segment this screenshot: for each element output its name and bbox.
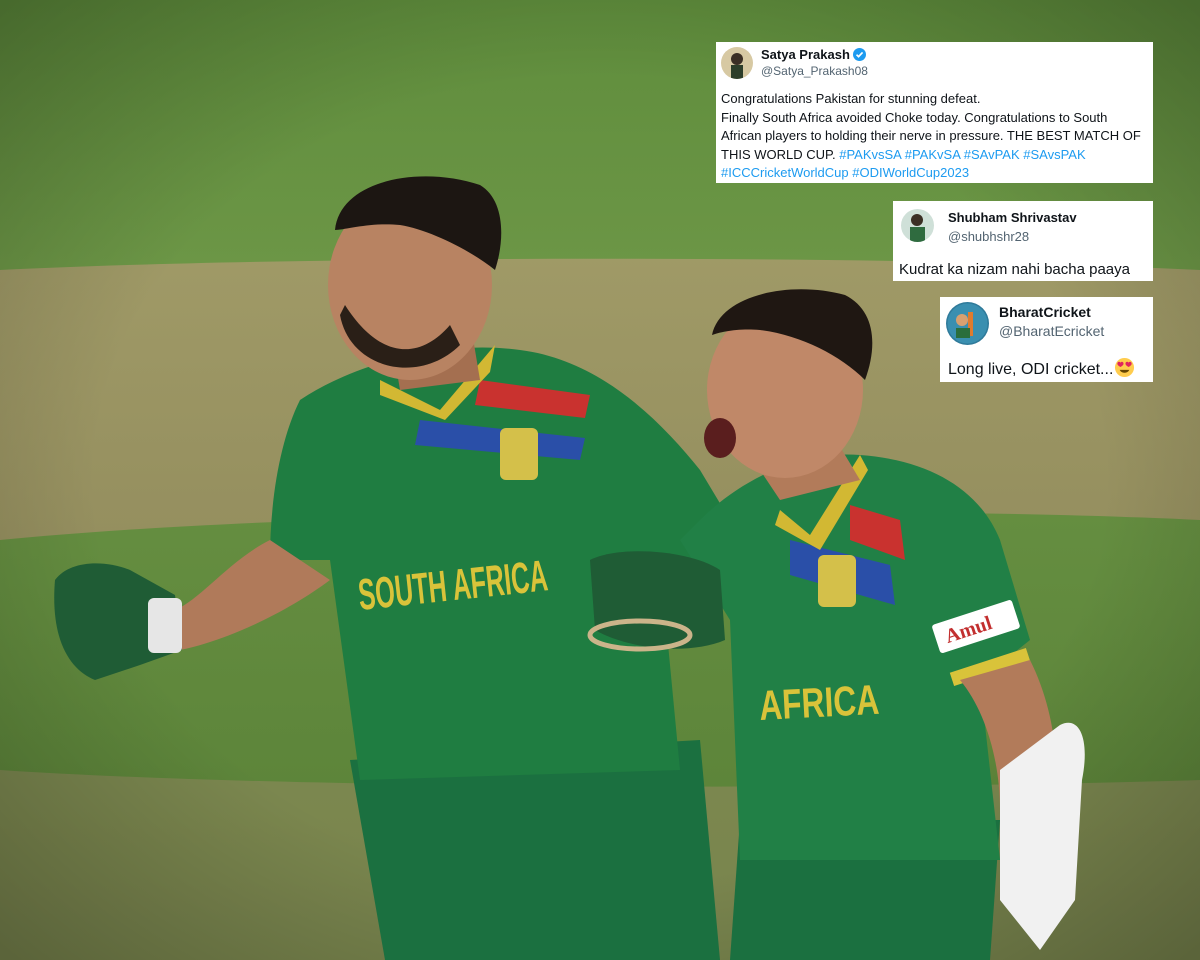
right-player-badge [818,555,856,607]
tweet-text: Kudrat ka nizam nahi bacha paaya [899,261,1130,278]
tweet-author-handle[interactable]: @BharatEcricket [999,323,1104,339]
tweet-line-4: THIS WORLD CUP. [721,146,836,162]
right-player-mouth [704,418,736,458]
tweet-card-shubham-shrivastav[interactable]: Shubham Shrivastav @shubhshr28 Kudrat ka… [893,201,1153,281]
left-player-badge [500,428,538,480]
tweet-author-name[interactable]: Satya Prakash [761,47,866,62]
tweet-card-satya-prakash[interactable]: Satya Prakash @Satya_Prakash08 Congratul… [716,42,1153,183]
person-icon [910,214,925,242]
verified-badge-icon [852,48,866,61]
tweet-text-content: Long live, ODI cricket... [948,361,1114,378]
avatar[interactable] [946,302,989,345]
tweet-author-handle[interactable]: @shubhshr28 [948,229,1029,244]
right-player-jersey-text: AFRICA [758,676,880,729]
tweet-author-name[interactable]: BharatCricket [999,304,1091,320]
tweet-author-name[interactable]: Shubham Shrivastav [948,210,1077,225]
heart-eyes-emoji-icon [1115,357,1135,378]
hashtags-line-2[interactable]: #ICCCricketWorldCup #ODIWorldCup2023 [721,165,969,180]
tweet-card-bharatcricket[interactable]: BharatCricket @BharatEcricket Long live,… [940,297,1153,382]
avatar[interactable] [721,47,753,79]
tweet-line-3: African players to holding their nerve i… [721,128,1141,144]
tweet-line-2: Finally South Africa avoided Choke today… [721,109,1108,125]
tweet-author-handle[interactable]: @Satya_Prakash08 [761,64,868,78]
cricket-logo-icon [947,303,988,344]
tweet-line-1: Congratulations Pakistan for stunning de… [721,91,981,106]
left-player-glove-cuff [148,598,182,653]
tweet-text: Long live, ODI cricket... [948,357,1135,379]
hashtags-line-1[interactable]: #PAKvsSA #PAKvSA #SAvPAK #SAvsPAK [839,147,1085,162]
embracing-glove [590,551,725,649]
person-icon [731,53,743,79]
tweet-text: Congratulations Pakistan for stunning de… [721,90,1151,183]
avatar[interactable] [901,209,934,242]
